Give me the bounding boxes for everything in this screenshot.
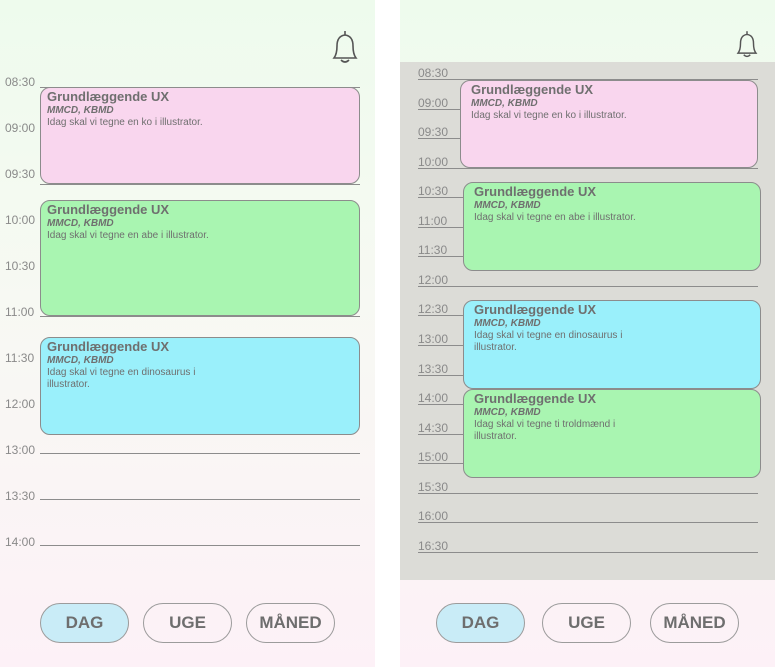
- time-label: 14:00: [418, 391, 449, 405]
- time-label: 09:00: [5, 121, 36, 135]
- bell-icon[interactable]: [734, 30, 760, 60]
- day-view-screen-right: 08:30 09:00 09:30 10:00 10:30 11:00 11:3…: [400, 0, 775, 667]
- time-label: 13:30: [5, 489, 36, 503]
- time-label: 14:00: [5, 535, 36, 549]
- time-label: 12:30: [418, 302, 449, 316]
- time-label: 10:30: [418, 184, 449, 198]
- time-label: 11:00: [5, 305, 35, 319]
- calendar-event[interactable]: Grundlæggende UX MMCD, KBMD Idag skal vi…: [463, 389, 761, 478]
- event-description: Idag skal vi tegne en dinosaurus i illus…: [474, 330, 623, 353]
- time-label: 12:00: [5, 397, 36, 411]
- time-label: 15:00: [418, 450, 449, 464]
- tab-week[interactable]: UGE: [143, 603, 232, 643]
- event-description: Idag skal vi tegne en abe i illustrator.: [47, 230, 209, 241]
- time-label: 10:00: [418, 155, 449, 169]
- time-label: 11:30: [418, 243, 448, 257]
- event-subtitle: MMCD, KBMD: [474, 200, 541, 211]
- event-description: Idag skal vi tegne ti troldmænd i illust…: [474, 419, 616, 442]
- time-label: 13:00: [418, 332, 449, 346]
- hour-divider: [40, 453, 360, 454]
- calendar-event[interactable]: Grundlæggende UX MMCD, KBMD Idag skal vi…: [463, 182, 761, 271]
- calendar-event[interactable]: Grundlæggende UX MMCD, KBMD Idag skal vi…: [40, 200, 360, 316]
- time-label: 09:30: [5, 167, 36, 181]
- time-label: 09:00: [418, 96, 449, 110]
- calendar-event[interactable]: Grundlæggende UX MMCD, KBMD Idag skal vi…: [460, 80, 758, 168]
- calendar-event[interactable]: Grundlæggende UX MMCD, KBMD Idag skal vi…: [40, 87, 360, 184]
- time-label: 12:00: [418, 273, 449, 287]
- hour-divider: [418, 493, 758, 494]
- time-label: 13:30: [418, 362, 449, 376]
- hour-divider: [418, 168, 758, 169]
- tab-day[interactable]: DAG: [436, 603, 525, 643]
- time-label: 08:30: [5, 75, 36, 89]
- tab-week[interactable]: UGE: [542, 603, 631, 643]
- event-description: Idag skal vi tegne en abe i illustrator.: [474, 212, 636, 223]
- time-label: 13:00: [5, 443, 36, 457]
- event-subtitle: MMCD, KBMD: [47, 355, 114, 366]
- event-subtitle: MMCD, KBMD: [47, 218, 114, 229]
- tab-month[interactable]: MÅNED: [650, 603, 739, 643]
- hour-divider: [418, 552, 758, 553]
- hour-divider: [418, 522, 758, 523]
- event-title: Grundlæggende UX: [474, 184, 597, 199]
- time-label: 11:30: [5, 351, 35, 365]
- hour-divider: [40, 499, 360, 500]
- time-label: 10:00: [5, 213, 36, 227]
- hour-divider: [40, 316, 360, 317]
- schedule-scroll-area[interactable]: 08:30 09:00 09:30 10:00 10:30 11:00 11:3…: [400, 62, 775, 580]
- event-description: Idag skal vi tegne en dinosaurus i illus…: [47, 367, 196, 390]
- hour-divider: [40, 545, 360, 546]
- event-title: Grundlæggende UX: [47, 89, 170, 104]
- time-label: 15:30: [418, 480, 449, 494]
- hour-divider: [40, 184, 360, 185]
- time-label: 09:30: [418, 125, 449, 139]
- time-label: 11:00: [418, 214, 448, 228]
- time-label: 16:30: [418, 539, 449, 553]
- time-label: 14:30: [418, 421, 449, 435]
- time-label: 16:00: [418, 509, 449, 523]
- time-label: 08:30: [418, 66, 449, 80]
- bell-icon[interactable]: [329, 30, 361, 66]
- time-label: 10:30: [5, 259, 36, 273]
- event-subtitle: MMCD, KBMD: [474, 407, 541, 418]
- event-title: Grundlæggende UX: [47, 339, 170, 354]
- event-description: Idag skal vi tegne en ko i illustrator.: [47, 117, 203, 128]
- event-subtitle: MMCD, KBMD: [474, 318, 541, 329]
- calendar-event[interactable]: Grundlæggende UX MMCD, KBMD Idag skal vi…: [463, 300, 761, 389]
- calendar-event[interactable]: Grundlæggende UX MMCD, KBMD Idag skal vi…: [40, 337, 360, 435]
- event-subtitle: MMCD, KBMD: [47, 105, 114, 116]
- tab-month[interactable]: MÅNED: [246, 603, 335, 643]
- event-title: Grundlæggende UX: [471, 82, 594, 97]
- event-title: Grundlæggende UX: [474, 302, 597, 317]
- event-title: Grundlæggende UX: [474, 391, 597, 406]
- event-subtitle: MMCD, KBMD: [471, 98, 538, 109]
- tab-day[interactable]: DAG: [40, 603, 129, 643]
- day-view-screen-left: 08:30 09:00 09:30 10:00 10:30 11:00 11:3…: [0, 0, 375, 667]
- event-description: Idag skal vi tegne en ko i illustrator.: [471, 110, 627, 121]
- event-title: Grundlæggende UX: [47, 202, 170, 217]
- hour-divider: [418, 286, 758, 287]
